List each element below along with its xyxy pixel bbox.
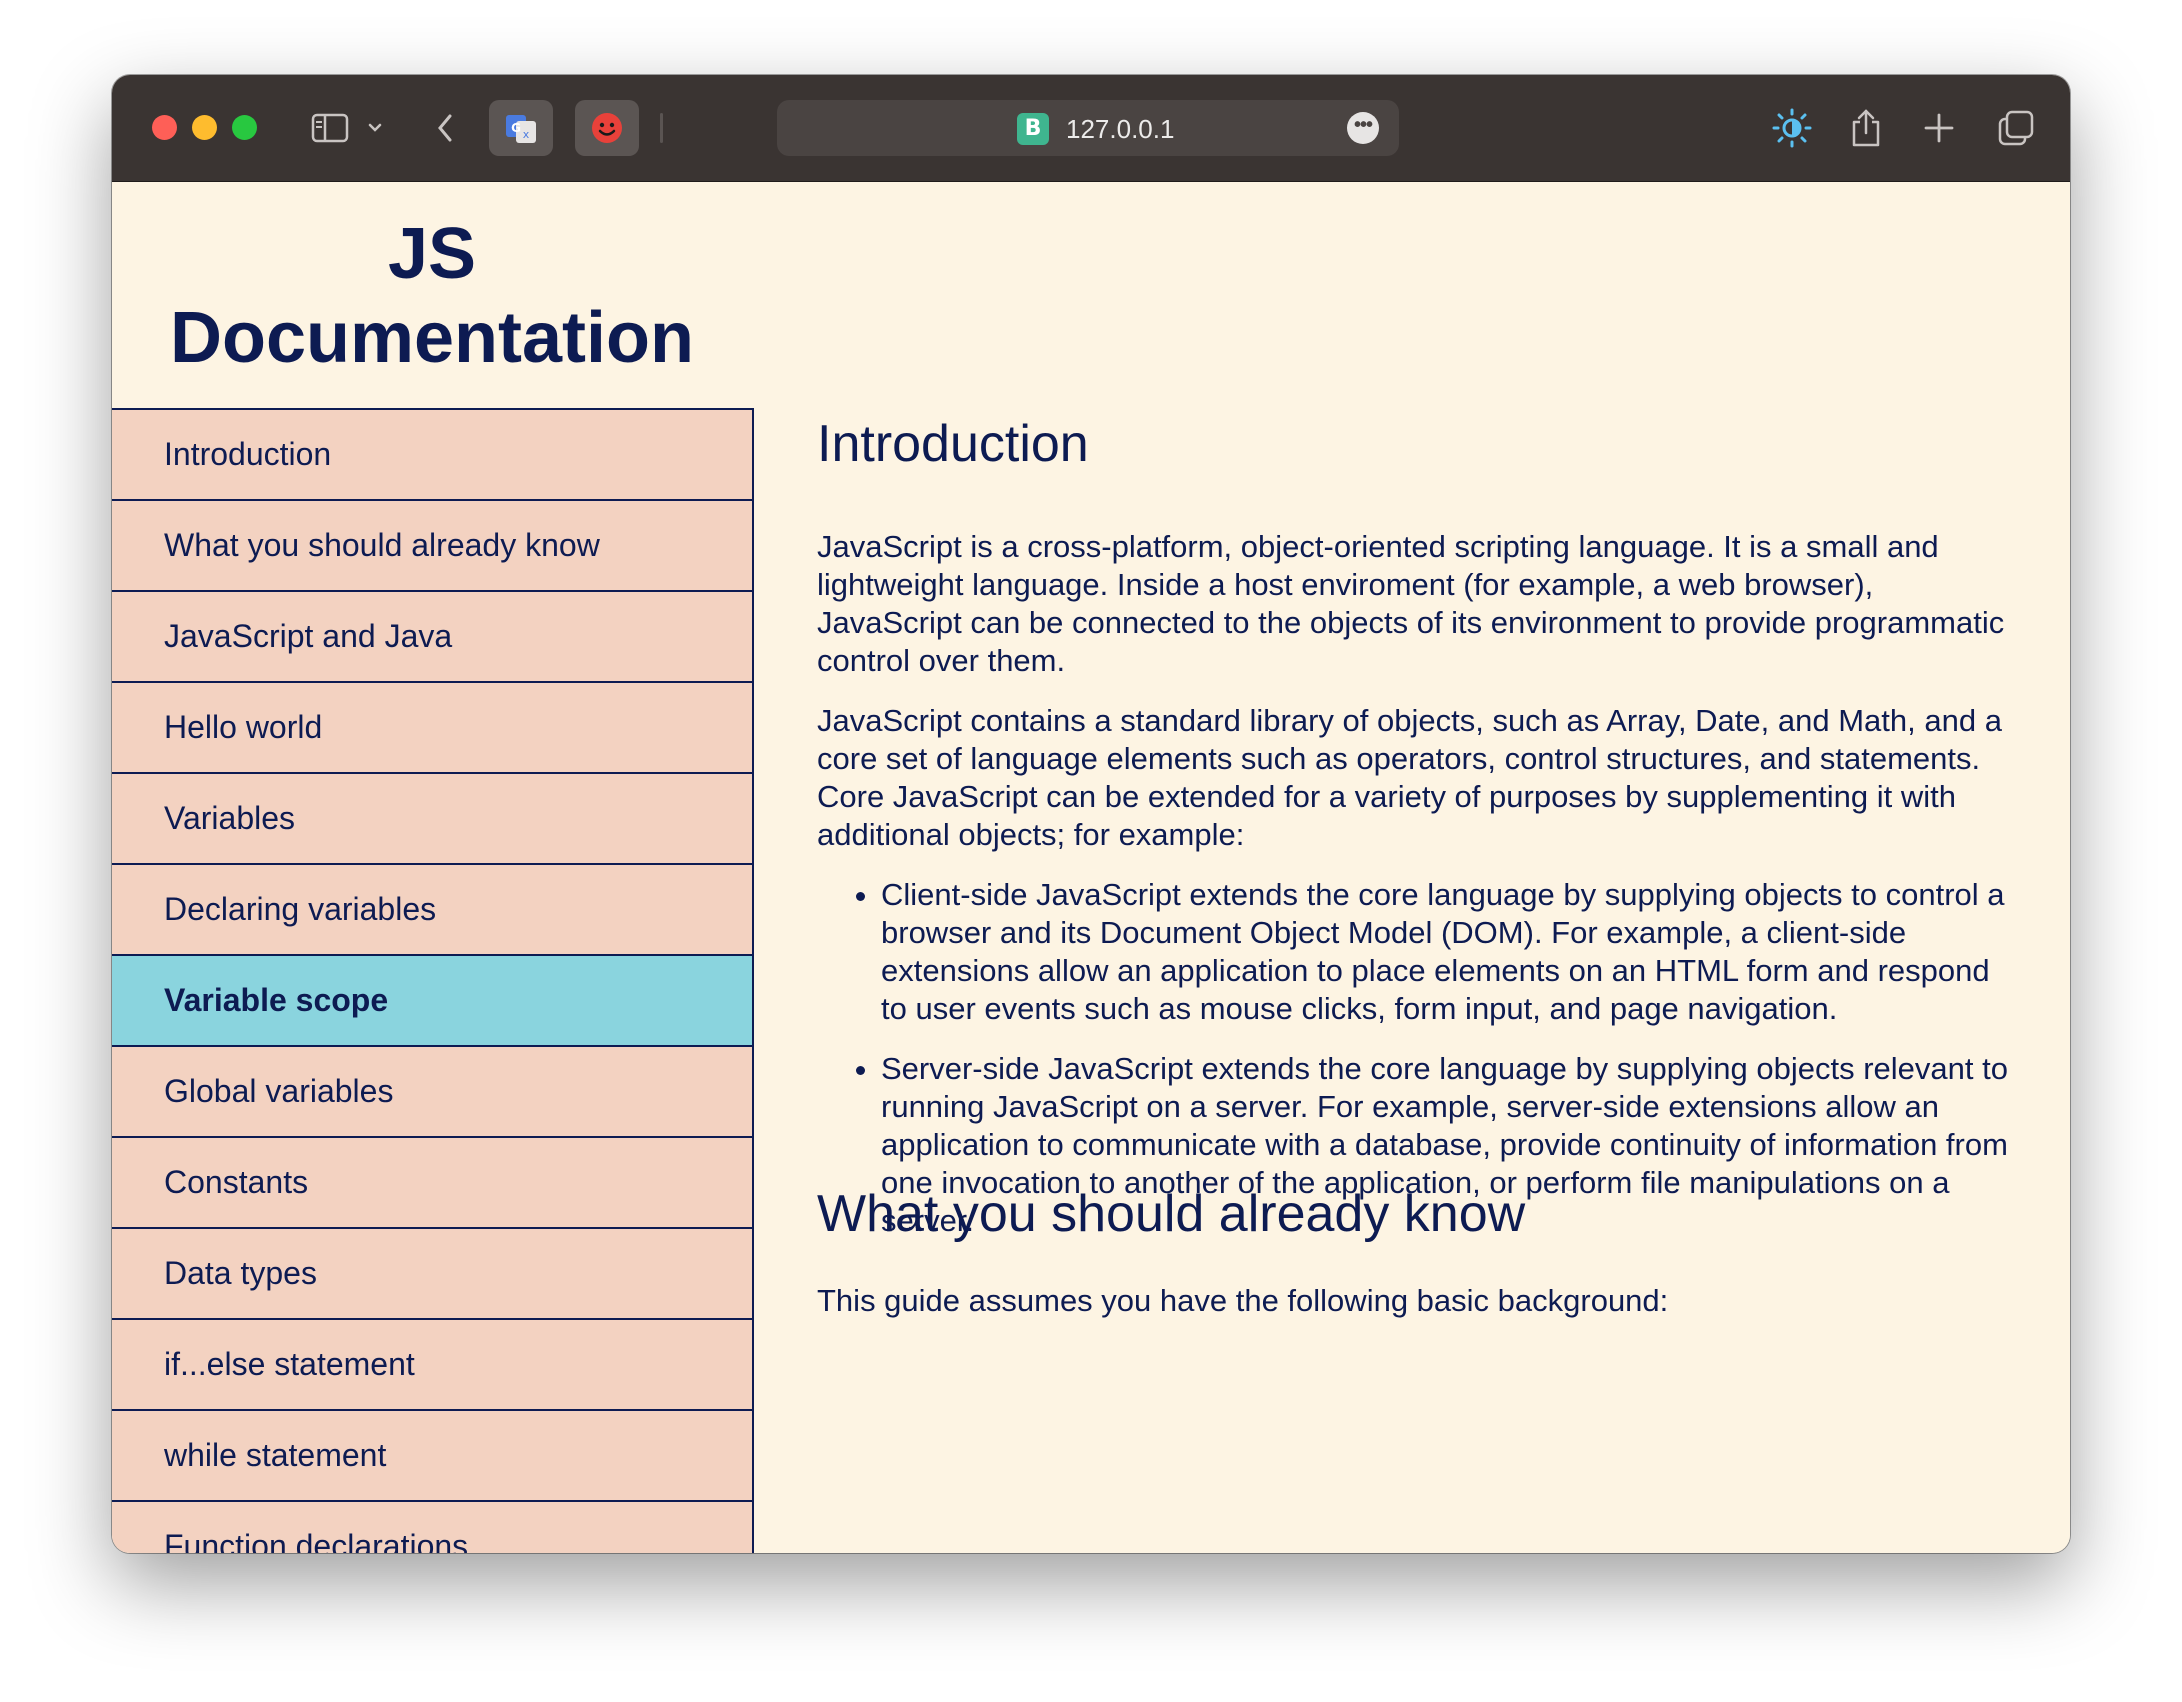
close-window-button[interactable] — [152, 115, 177, 140]
section-introduction: Introduction JavaScript is a cross-platf… — [817, 412, 2017, 1262]
navbar: Introduction What you should already kno… — [112, 408, 754, 1553]
nav-link-constants[interactable]: Constants — [112, 1138, 752, 1229]
section-what-you-should-already-know: What you should already know This guide … — [817, 1182, 2017, 1342]
page-title-line-2: Documentation — [169, 298, 694, 378]
nav-link-global-variables[interactable]: Global variables — [112, 1047, 752, 1138]
tab-overview-icon[interactable] — [1994, 103, 2038, 153]
translate-icon: Gx — [506, 115, 536, 143]
browser-window: Gx B 127.0.0.1 ••• JS Documentation Intr… — [112, 75, 2070, 1553]
more-options-icon[interactable]: ••• — [1347, 112, 1379, 144]
nav-link-variables[interactable]: Variables — [112, 774, 752, 865]
back-arrow-icon[interactable] — [430, 103, 460, 153]
site-favicon-icon: B — [1017, 113, 1049, 145]
nav-link-while-statement[interactable]: while statement — [112, 1411, 752, 1502]
url-text: 127.0.0.1 — [1066, 114, 1175, 144]
intro-paragraph-1: JavaScript is a cross-platform, object-o… — [817, 529, 2005, 678]
nav-link-javascript-and-java[interactable]: JavaScript and Java — [112, 592, 752, 683]
brightness-icon[interactable] — [1770, 103, 1814, 153]
zoom-window-button[interactable] — [232, 115, 257, 140]
svg-text:x: x — [523, 128, 530, 141]
address-bar[interactable]: B 127.0.0.1 ••• — [777, 100, 1399, 156]
section-title-introduction: Introduction — [817, 415, 1089, 473]
chevron-down-icon[interactable] — [364, 103, 386, 153]
nav-link-variable-scope[interactable]: Variable scope — [112, 956, 752, 1047]
nav-link-what-you-should-already-know[interactable]: What you should already know — [112, 501, 752, 592]
nav-link-data-types[interactable]: Data types — [112, 1229, 752, 1320]
minimize-window-button[interactable] — [192, 115, 217, 140]
face-extension-button[interactable] — [575, 100, 639, 156]
nav-link-if-else-statement[interactable]: if...else statement — [112, 1320, 752, 1411]
smiley-face-icon — [592, 113, 622, 143]
section-title-what-you-should-already-know: What you should already know — [817, 1185, 1526, 1243]
nav-link-function-declarations[interactable]: Function declarations — [112, 1502, 752, 1553]
intro-paragraph-2: JavaScript contains a standard library o… — [817, 703, 2002, 852]
nav-link-declaring-variables[interactable]: Declaring variables — [112, 865, 752, 956]
nav-link-hello-world[interactable]: Hello world — [112, 683, 752, 774]
share-icon[interactable] — [1846, 103, 1886, 153]
new-tab-plus-icon[interactable] — [1919, 103, 1959, 153]
page-title-line-1: JS — [387, 214, 477, 294]
nav-link-introduction[interactable]: Introduction — [112, 410, 752, 501]
intro-bullet-client-side: Client-side JavaScript extends the core … — [881, 876, 2017, 1028]
svg-text:G: G — [511, 121, 521, 135]
sidebar-toggle-icon[interactable] — [307, 103, 353, 153]
page-title: JS Documentation — [112, 212, 752, 380]
background-paragraph: This guide assumes you have the followin… — [817, 1283, 1669, 1318]
toolbar-divider — [660, 113, 663, 143]
page-viewport: JS Documentation Introduction What you s… — [112, 182, 2070, 1553]
translate-extension-button[interactable]: Gx — [489, 100, 553, 156]
browser-toolbar: Gx B 127.0.0.1 ••• — [112, 75, 2070, 182]
